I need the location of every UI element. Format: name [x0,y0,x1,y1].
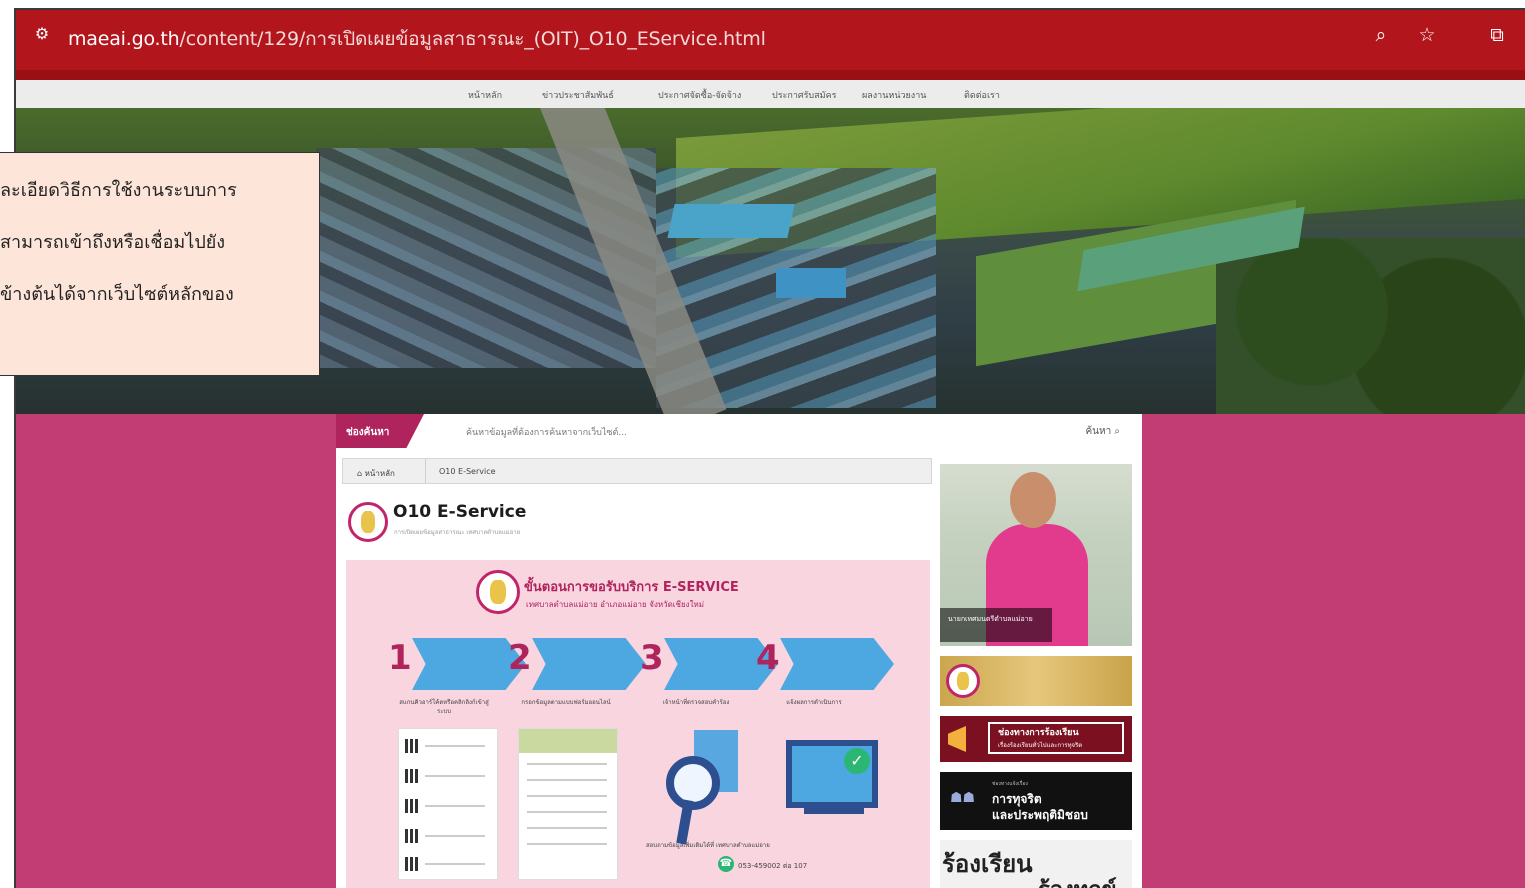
extensions-icon[interactable]: ⧉ [1484,22,1510,48]
nav-item-procurement[interactable]: ประกาศจัดซื้อ-จัดจ้าง [658,88,741,102]
complaint-subtitle: เรื่องร้องเรียนทั่วไปและการทุจริต [998,742,1083,749]
callout-line-1: ละเอียดวิธีการใช้งานระบบการ [0,180,237,201]
home-icon: ⌂ [357,469,363,478]
complaint-banner[interactable]: ช่องทางการร้องเรียน เรื่องร้องเรียนทั่วไ… [940,716,1132,762]
main-content: ⌂ หน้าหลัก O10 E-Service O10 E-Service ก… [336,448,1142,888]
site-nav: หน้าหลัก ข่าวประชาสัมพันธ์ ประกาศจัดซื้อ… [16,80,1525,109]
url-path: /content/129/การเปิดเผยข้อมูลสาธารณะ_(OI… [179,28,766,50]
nav-item-works[interactable]: ผลงานหน่วยงาน [862,88,926,102]
people-icon: ☗☗ [950,790,976,806]
eservice-poster: ขั้นตอนการขอรับบริการ E-SERVICE เทศบาลตำ… [346,560,930,888]
complaint-title: ช่องทางการร้องเรียน [998,728,1079,738]
callout-line-3: ข้างต้นได้จากเว็บไซต์หลักของ [0,284,234,305]
qr-code-icon [405,739,419,753]
qr-code-icon [405,769,419,783]
star-icon[interactable]: ☆ [1414,22,1440,48]
mayor-caption: นายกเทศมนตรีตำบลแม่อาย [948,615,1033,623]
corruption-banner[interactable]: ☗☗ ช่องทางแจ้งเรื่อง การทุจริต และประพฤต… [940,772,1132,830]
search-input[interactable]: ค้นหาข้อมูลที่ต้องการค้นหาจากเว็บไซต์... [466,425,627,439]
petition-line-1: ร้องเรียน [942,850,1033,878]
step-2-caption: กรอกข้อมูลตามแบบฟอร์มออนไลน์ [521,699,611,706]
mayor-photo[interactable]: นายกเทศมนตรีตำบลแม่อาย [940,464,1132,646]
megaphone-icon [948,726,966,752]
poster-phone: 053-459002 ต่อ 107 [738,862,808,870]
page-subtitle: การเปิดเผยข้อมูลสาธารณะ เทศบาลตำบลแม่อาย [394,529,521,536]
qr-code-icon [405,857,419,871]
step-2-arrow [532,638,646,690]
document-callout-box: ละเอียดวิธีการใช้งานระบบการ สามารถเข้าถึ… [0,152,320,376]
poster-footer: สอบถามข้อมูลเพิ่มเติมได้ที่ เทศบาลตำบลแม… [646,842,770,849]
search-icon: ⌕ [1114,426,1120,437]
search-bar: ช่องค้นหา ค้นหาข้อมูลที่ต้องการค้นหาจากเ… [336,414,1142,448]
zoom-icon[interactable]: ⌕ [1368,22,1394,48]
qr-code-sheet [398,728,498,880]
step-3-caption: เจ้าหน้าที่ตรวจสอบคำร้อง [662,699,730,706]
nav-item-contact[interactable]: ติดต่อเรา [964,88,1000,102]
nav-item-home[interactable]: หน้าหลัก [468,88,502,102]
search-label: ช่องค้นหา [336,414,424,448]
breadcrumb: ⌂ หน้าหลัก O10 E-Service [342,458,932,484]
step-3-number: 3 [640,638,664,678]
nav-item-jobs[interactable]: ประกาศรับสมัคร [772,88,836,102]
corruption-line-2: และประพฤติมิชอบ [992,808,1088,822]
site-settings-icon[interactable]: ⚙ [32,24,52,44]
poster-subtitle: เทศบาลตำบลแม่อาย อำเภอแม่อาย จังหวัดเชีย… [526,600,705,609]
petition-line-2: ร้องทุกข์ [1038,872,1117,888]
breadcrumb-home[interactable]: ⌂ หน้าหลัก [357,467,395,480]
step-2-number: 2 [508,638,532,678]
qr-code-icon [405,829,419,843]
petition-banner[interactable]: ร้องเรียน ร้องทุกข์ [940,840,1132,888]
url-host: maeai.go.th [68,28,180,50]
qr-code-icon [405,799,419,813]
banner-logo [946,664,980,698]
online-form-sheet [518,728,618,880]
browser-toolbar: ⚙ maeai.go.th/content/129/การเปิดเผยข้อม… [16,10,1525,72]
address-bar[interactable]: maeai.go.th/content/129/การเปิดเผยข้อมูล… [68,24,766,54]
page-title: O10 E-Service [393,502,527,522]
callout-line-2: สามารถเข้าถึงหรือเชื่อมไปยัง [0,232,226,253]
browser-window: ⚙ maeai.go.th/content/129/การเปิดเผยข้อม… [14,8,1525,888]
poster-logo [476,570,520,614]
search-button[interactable]: ค้นหา ⌕ [1085,424,1120,439]
step-4-number: 4 [756,638,780,678]
gold-banner[interactable] [940,656,1132,706]
toolbar-divider [16,70,1525,80]
step-1-number: 1 [388,638,412,678]
step-4-caption: แจ้งผลการดำเนินการ [786,699,842,706]
nav-item-news[interactable]: ข่าวประชาสัมพันธ์ [542,88,614,102]
municipality-logo [348,502,388,542]
step-4-arrow [780,638,894,690]
phone-icon: ☎ [718,856,734,872]
step-1-caption: สแกนคิวอาร์โค้ดหรือคลิกลิงก์เข้าสู่ระบบ [399,699,489,715]
poster-title: ขั้นตอนการขอรับบริการ E-SERVICE [524,580,739,595]
corruption-small-label: ช่องทางแจ้งเรื่อง [992,781,1028,787]
check-icon: ✓ [844,748,870,774]
breadcrumb-current: O10 E-Service [439,467,496,476]
